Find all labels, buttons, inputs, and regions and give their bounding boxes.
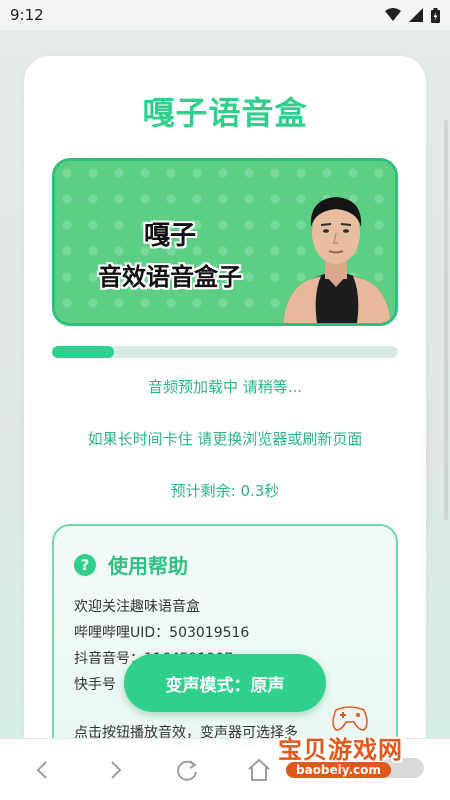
status-bar: 9:12 xyxy=(0,0,450,30)
status-icons xyxy=(385,7,440,23)
gamepad-icon xyxy=(332,706,368,731)
help-icon: ? xyxy=(74,554,96,576)
help-line: 哔哩哔哩UID：503019516 xyxy=(74,625,250,641)
banner-subtitle: 音效语音盒子 xyxy=(98,263,242,291)
loading-progress-fill xyxy=(52,346,115,358)
banner-image: 嘎子 音效语音盒子 xyxy=(52,158,398,326)
watermark-url: baobeiy.com xyxy=(286,762,391,778)
status-time: 9:12 xyxy=(10,6,44,24)
back-icon[interactable] xyxy=(28,755,58,785)
loading-hint-text: 如果长时间卡住 请更换浏览器或刷新页面 xyxy=(87,430,363,448)
battery-icon xyxy=(431,7,440,23)
loading-progress-bar xyxy=(52,346,398,358)
wifi-icon xyxy=(385,8,401,21)
portrait-image xyxy=(283,197,391,323)
scrollbar-thumb[interactable] xyxy=(444,120,448,520)
loading-remaining-text: 预计剩余: 0.3秒 xyxy=(170,482,280,500)
help-line: 快手号 xyxy=(74,677,116,693)
voice-mode-button[interactable]: 变声模式：原声 xyxy=(124,654,326,712)
refresh-icon[interactable] xyxy=(172,755,202,785)
app-title: 嘎子语音盒 xyxy=(142,94,308,132)
loading-status-text: 音频预加载中 请稍等... xyxy=(147,378,303,396)
help-title: 使用帮助 xyxy=(108,554,188,578)
watermark-logo: 宝贝游戏网 baobeiy.com xyxy=(278,706,428,780)
watermark-title: 宝贝游戏网 xyxy=(278,736,403,764)
banner-title: 嘎子 xyxy=(143,221,196,251)
forward-icon[interactable] xyxy=(100,755,130,785)
signal-icon xyxy=(409,8,423,22)
home-icon[interactable] xyxy=(244,755,274,785)
help-line: 欢迎关注趣味语音盒 xyxy=(74,599,200,615)
